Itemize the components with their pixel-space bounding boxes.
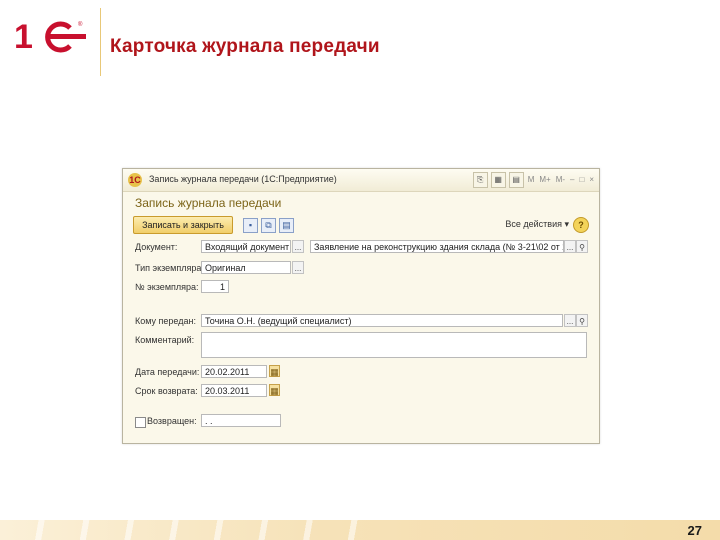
1c-logo: 1 ®: [14, 18, 86, 54]
svg-text:1: 1: [14, 18, 33, 54]
recipient-search-icon[interactable]: ⚲: [576, 314, 588, 327]
svg-text:®: ®: [78, 21, 83, 28]
return-date-field[interactable]: 20.03.2011: [201, 384, 267, 397]
minimize-button[interactable]: –: [569, 173, 575, 187]
save-icon[interactable]: ▪: [243, 218, 258, 233]
document-search-icon[interactable]: ⚲: [576, 240, 588, 253]
copy-number-label: № экземпляра:: [135, 282, 199, 292]
calendar-icon[interactable]: ▦: [269, 365, 280, 377]
report-icon[interactable]: ▤: [279, 218, 294, 233]
window-titlebar: 1С Запись журнала передачи (1С:Предприят…: [123, 169, 599, 192]
save-and-close-button[interactable]: Записать и закрыть: [133, 216, 233, 234]
window-title: Запись журнала передачи (1С:Предприятие): [149, 174, 337, 184]
link-icon[interactable]: ⎘: [472, 172, 488, 188]
form-title: Запись журнала передачи: [135, 196, 282, 210]
copy-type-select-button[interactable]: ...: [292, 261, 304, 274]
recipient-label: Кому передан:: [135, 316, 196, 326]
copy-icon[interactable]: ⧉: [261, 218, 276, 233]
page-number: 27: [687, 523, 702, 538]
form-toolbar: Записать и закрыть ▪ ⧉ ▤ Все действия ▾ …: [133, 216, 591, 238]
transfer-date-label: Дата передачи:: [135, 367, 200, 377]
recipient-field[interactable]: Точина О.Н. (ведущий специалист): [201, 314, 563, 327]
maximize-button[interactable]: □: [578, 173, 585, 187]
document-label: Документ:: [135, 242, 178, 252]
recipient-select-button[interactable]: ...: [564, 314, 576, 327]
1c-app-icon: 1С: [128, 173, 142, 187]
document-type-select-button[interactable]: ...: [292, 240, 304, 253]
calculator-icon[interactable]: ▦: [490, 172, 506, 188]
calendar-icon[interactable]: ▦: [269, 384, 280, 396]
comment-label: Комментарий:: [135, 335, 195, 345]
all-actions-menu[interactable]: Все действия ▾: [505, 219, 569, 230]
calendar-icon[interactable]: ▤: [508, 172, 524, 188]
transfer-date-field[interactable]: 20.02.2011: [201, 365, 267, 378]
comment-textarea[interactable]: [201, 332, 587, 358]
returned-date-field[interactable]: . .: [201, 414, 281, 427]
document-select-button[interactable]: ...: [564, 240, 576, 253]
header-divider: [100, 8, 101, 76]
copy-type-field[interactable]: Оригинал: [201, 261, 291, 274]
footer-decoration: [0, 520, 360, 540]
help-icon[interactable]: ?: [573, 217, 589, 233]
document-window: 1С Запись журнала передачи (1С:Предприят…: [122, 168, 600, 444]
copy-number-field[interactable]: 1: [201, 280, 229, 293]
document-field[interactable]: Заявление на реконструкцию здания склада…: [310, 240, 564, 253]
memory-plus-button[interactable]: M+: [538, 173, 551, 187]
close-button[interactable]: ×: [588, 173, 595, 187]
memory-minus-button[interactable]: M-: [555, 173, 566, 187]
slide-title: Карточка журнала передачи: [110, 36, 380, 57]
return-date-label: Срок возврата:: [135, 386, 198, 396]
memory-button[interactable]: M: [527, 173, 536, 187]
titlebar-buttons: ⎘ ▦ ▤ M M+ M- – □ ×: [472, 172, 595, 188]
copy-type-label: Тип экземпляра:: [135, 263, 204, 273]
returned-checkbox[interactable]: [135, 417, 146, 428]
returned-label: Возвращен:: [147, 416, 197, 426]
document-type-field[interactable]: Входящий документ: [201, 240, 291, 253]
